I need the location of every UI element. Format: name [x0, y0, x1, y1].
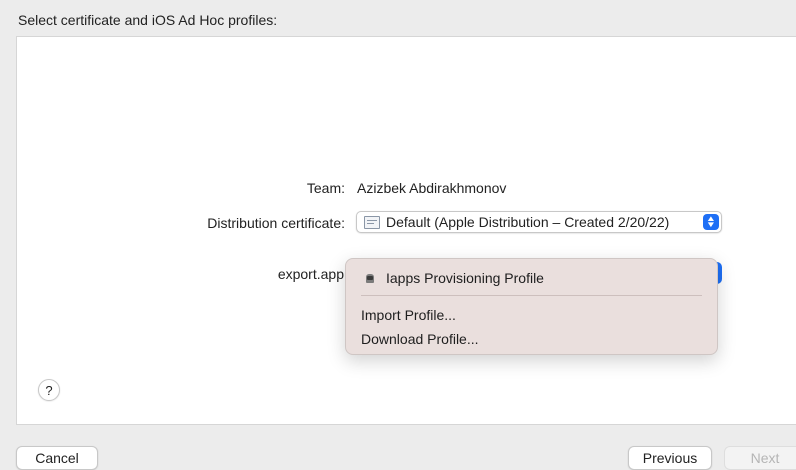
- menu-item-download-profile[interactable]: Download Profile...: [361, 331, 479, 347]
- provisioning-profile-icon: [366, 274, 374, 283]
- distribution-certificate-label: Distribution certificate:: [207, 215, 345, 231]
- menu-item-iapps-profile[interactable]: Iapps Provisioning Profile: [386, 270, 544, 286]
- previous-button[interactable]: Previous: [628, 446, 712, 470]
- help-button[interactable]: ?: [38, 379, 60, 401]
- menu-separator: [361, 295, 702, 296]
- team-label: Team:: [306, 180, 345, 196]
- profile-row-label: export.app: [277, 266, 344, 282]
- profile-dropdown-menu: Iapps Provisioning Profile Import Profil…: [345, 258, 718, 355]
- next-button[interactable]: Next: [724, 446, 796, 470]
- chevron-updown-icon: ▲ ▼: [703, 214, 719, 230]
- cancel-button[interactable]: Cancel: [16, 446, 98, 470]
- certificate-icon: [364, 215, 380, 229]
- menu-item-import-profile[interactable]: Import Profile...: [361, 307, 456, 323]
- distribution-certificate-popup[interactable]: Default (Apple Distribution – Created 2/…: [356, 211, 722, 233]
- distribution-certificate-value: Default (Apple Distribution – Created 2/…: [386, 214, 670, 230]
- page-heading: Select certificate and iOS Ad Hoc profil…: [18, 12, 278, 28]
- team-value: Azizbek Abdirakhmonov: [357, 180, 507, 196]
